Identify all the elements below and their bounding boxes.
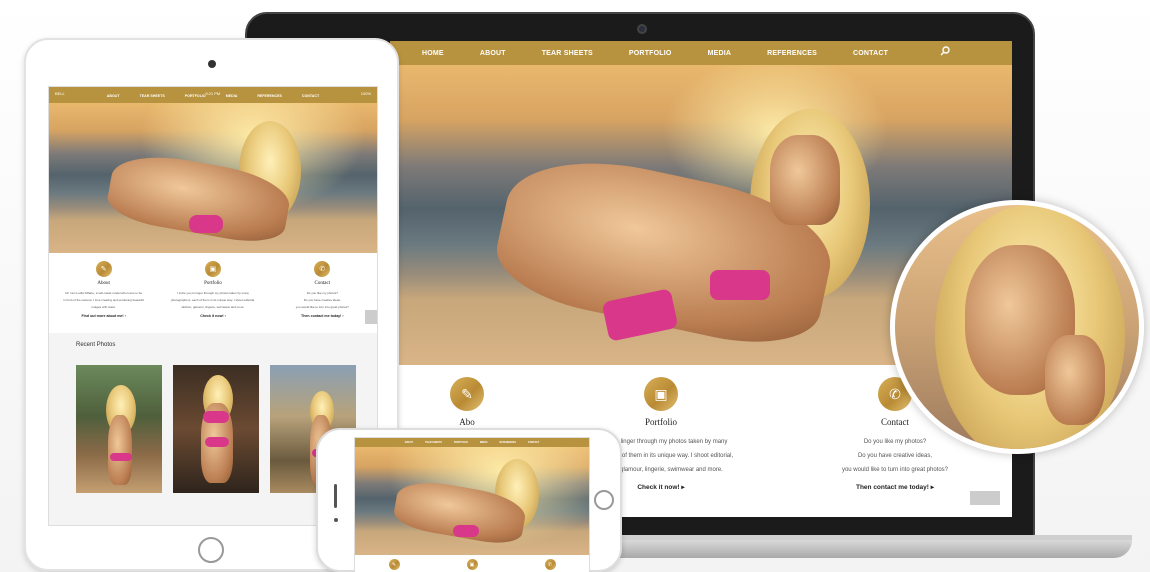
nav-about[interactable]: ABOUT [480, 50, 506, 57]
feature-about-line: images with class. [91, 305, 116, 309]
nav-references[interactable]: REFERENCES [500, 441, 516, 444]
nav-portfolio[interactable]: PORTFOLIO [185, 94, 206, 98]
model-figure [108, 415, 132, 485]
image-icon[interactable]: ▣ [466, 559, 478, 570]
feature-contact-line: you would like to turn into great photos… [295, 305, 349, 309]
feature-contact-title: Contact [314, 281, 331, 286]
phone-icon[interactable]: ✆ [544, 559, 556, 570]
nav-references[interactable]: REFERENCES [767, 50, 817, 57]
recent-photos-title: Recent Photos [76, 342, 116, 348]
phone-camera [334, 518, 338, 522]
phone-speaker [334, 484, 337, 508]
nav-about[interactable]: ABOUT [405, 441, 414, 444]
feature-portfolio-line: photographers, each of them in its uniqu… [170, 298, 255, 302]
tablet-nav: ABOUT TEAR SHEETS PORTFOLIO MEDIA REFERE… [49, 89, 377, 103]
feature-contact-line: Do you have creative ideas, [303, 298, 341, 302]
nav-contact[interactable]: CONTACT [528, 441, 540, 444]
edit-icon[interactable]: ✎ [388, 559, 400, 570]
feature-portfolio-line: I invite you to linger through my photos… [177, 291, 249, 295]
phone-feature-icons: ✎ ▣ ✆ [355, 559, 589, 570]
edit-icon[interactable]: ✎ [95, 261, 112, 277]
bikini-bottom [110, 453, 132, 461]
nav-home[interactable]: HOME [422, 50, 444, 57]
contact-me-link[interactable]: Then contact me today! › [277, 314, 367, 318]
bikini-top [710, 270, 770, 300]
model-face [770, 135, 840, 225]
feature-contact: ✆ Contact Do you like my photos? Do you … [277, 255, 367, 333]
feature-contact-line: Do you have creative ideas, [857, 453, 933, 459]
zoom-detail-image [890, 200, 1144, 454]
scroll-to-top-button[interactable] [365, 310, 377, 324]
nav-tear-sheets[interactable]: TEAR SHEETS [542, 50, 593, 57]
features-section: ✎ About Hi! I am Ledia Kiffarte, a self-… [49, 255, 377, 333]
feature-portfolio-title: Portfolio [204, 281, 222, 286]
nav-portfolio[interactable]: PORTFOLIO [454, 441, 468, 444]
nav-media[interactable]: MEDIA [708, 50, 732, 57]
recent-photo-thumb[interactable] [76, 365, 162, 493]
feature-contact-line: Do you like my photos? [306, 291, 338, 295]
search-icon[interactable] [940, 46, 950, 59]
phone-screen: ABOUT TEAR SHEETS PORTFOLIO MEDIA REFERE… [354, 437, 590, 572]
scroll-to-top-button[interactable] [970, 491, 1000, 505]
find-out-more-link[interactable]: Find out more about me! › [59, 314, 149, 318]
nav-tear-sheets[interactable]: TEAR SHEETS [140, 94, 165, 98]
laptop-camera [637, 24, 647, 34]
recent-photo-thumb[interactable] [173, 365, 259, 493]
tablet-home-button[interactable] [198, 537, 224, 563]
contact-me-link[interactable]: Then contact me today! ▸ [780, 483, 1010, 491]
feature-about-line: in front of the camera. I love creating … [63, 298, 145, 302]
nav-tear-sheets[interactable]: TEAR SHEETS [425, 441, 442, 444]
feature-about: ✎ About Hi! I am Ledia Kiffarte, a self-… [59, 255, 149, 333]
image-icon[interactable]: ▣ [204, 261, 221, 277]
bikini-bottom [189, 215, 223, 233]
bikini-top [203, 411, 229, 423]
model-hand [1045, 335, 1105, 425]
phone-frame: ABOUT TEAR SHEETS PORTFOLIO MEDIA REFERE… [316, 428, 622, 572]
main-nav: HOME ABOUT TEAR SHEETS PORTFOLIO MEDIA R… [390, 41, 1012, 65]
bikini-bottom [453, 525, 479, 537]
image-icon[interactable]: ▣ [644, 377, 678, 411]
phone-nav: ABOUT TEAR SHEETS PORTFOLIO MEDIA REFERE… [355, 438, 589, 447]
device-mockup-scene: HOME ABOUT TEAR SHEETS PORTFOLIO MEDIA R… [0, 0, 1150, 572]
feature-contact-line: you would like to turn into great photos… [841, 467, 949, 473]
check-it-now-link[interactable]: Check it now! › [168, 314, 258, 318]
laptop-base [560, 540, 1132, 558]
nav-portfolio[interactable]: PORTFOLIO [629, 50, 672, 57]
nav-references[interactable]: REFERENCES [257, 94, 282, 98]
feature-about-title: Abo [459, 417, 475, 427]
bikini-bottom [205, 437, 229, 447]
edit-icon[interactable]: ✎ [450, 377, 484, 411]
feature-portfolio-line: fashion, glamour, lingerie, swimwear and… [181, 305, 245, 309]
hero-image [49, 103, 377, 253]
phone-icon[interactable]: ✆ [314, 261, 331, 277]
nav-about[interactable]: ABOUT [107, 94, 120, 98]
nav-contact[interactable]: CONTACT [853, 50, 888, 57]
hero-image [355, 447, 589, 555]
feature-portfolio: ▣ Portfolio I invite you to linger throu… [168, 255, 258, 333]
tablet-camera [208, 60, 216, 68]
nav-media[interactable]: MEDIA [226, 94, 238, 98]
nav-contact[interactable]: CONTACT [302, 94, 319, 98]
feature-portfolio-title: Portfolio [644, 417, 677, 427]
nav-media[interactable]: MEDIA [480, 441, 488, 444]
phone-home-button[interactable] [594, 490, 614, 510]
feature-about-title: About [97, 281, 110, 286]
feature-about-line: Hi! I am Ledia Kiffarte, a self-made mod… [65, 291, 143, 295]
